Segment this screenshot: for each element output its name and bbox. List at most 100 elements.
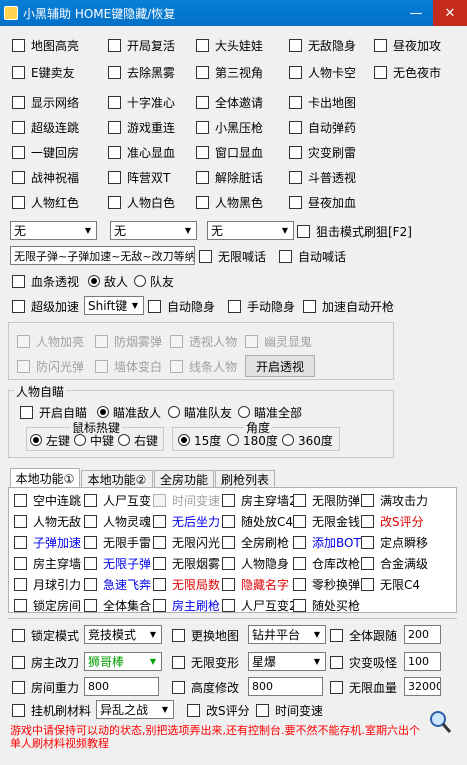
enable-perspective-button[interactable]: 开启透视 — [245, 355, 315, 377]
change-map-checkbox[interactable]: 更换地图 — [172, 627, 239, 643]
feature-checkbox[interactable]: 显示网络 — [12, 94, 79, 110]
tab-feature-checkbox[interactable]: 隐藏名字 — [222, 576, 289, 592]
feature-checkbox[interactable]: 卡出地图 — [289, 94, 356, 110]
full-follow-checkbox[interactable]: 全体跟随 — [330, 627, 397, 643]
tab-feature-checkbox[interactable]: 添加BOT — [293, 534, 361, 550]
aim-enemy-radio[interactable]: 瞄准敌人 — [97, 404, 161, 420]
right-key-radio[interactable]: 右键 — [118, 432, 158, 448]
tab-feature-checkbox[interactable]: 定点瞬移 — [361, 534, 428, 550]
tab-feature-checkbox[interactable]: 月球引力 — [14, 576, 81, 592]
infinite-transform-checkbox[interactable]: 无限变形 — [172, 654, 239, 670]
feature-checkbox[interactable]: 十字准心 — [108, 94, 175, 110]
teammate-radio[interactable]: 队友 — [134, 273, 174, 289]
feature-checkbox[interactable]: 人物卡空 — [289, 64, 356, 80]
spam-text-input[interactable]: 无限子弹~子弹加速~无敌~改刀等纳 — [10, 246, 195, 265]
height-mod-checkbox[interactable]: 高度修改 — [172, 679, 239, 695]
anti-flash-checkbox[interactable]: 防闪光弹 — [17, 358, 84, 374]
feature-checkbox[interactable]: 窗口显血 — [196, 144, 263, 160]
time-speed-checkbox[interactable]: 时间变速 — [256, 702, 323, 718]
transform-select[interactable]: 星爆 ▼ — [248, 652, 326, 671]
tab-feature-checkbox[interactable]: 锁定房间 — [14, 597, 81, 613]
anti-smoke-checkbox[interactable]: 防烟雾弹 — [95, 333, 162, 349]
left-key-radio[interactable]: 左键 — [30, 432, 70, 448]
feature-checkbox[interactable]: 灾变刷雷 — [289, 144, 356, 160]
feature-checkbox[interactable]: 小黑压枪 — [196, 119, 263, 135]
tab-feature-checkbox[interactable]: 合金满级 — [361, 555, 428, 571]
auto-shout-checkbox[interactable]: 自动喊话 — [279, 248, 346, 264]
host-change-knife-checkbox[interactable]: 房主改刀 — [12, 654, 79, 670]
feature-checkbox[interactable]: E键卖友 — [12, 64, 75, 80]
white-wall-checkbox[interactable]: 墙体变白 — [95, 358, 162, 374]
speed-auto-fire-checkbox[interactable]: 加速自动开枪 — [303, 298, 394, 314]
feature-checkbox[interactable]: 战神祝福 — [12, 169, 79, 185]
change-s-checkbox[interactable]: 改S评分 — [187, 702, 250, 718]
tab-feature-checkbox[interactable]: 子弹加速 — [14, 534, 81, 550]
feature-checkbox[interactable]: 开局复活 — [108, 37, 175, 53]
tab-feature-checkbox[interactable]: 房主刷枪 — [153, 597, 220, 613]
tab-feature-checkbox[interactable]: 急速飞奔 — [84, 576, 151, 592]
tab-feature-checkbox[interactable]: 无限手雷 — [84, 534, 151, 550]
tab-feature-checkbox[interactable]: 无限子弹 — [84, 555, 151, 571]
feature-checkbox[interactable]: 人物红色 — [12, 194, 79, 210]
aim-all-radio[interactable]: 瞄准全部 — [238, 404, 302, 420]
feature-checkbox[interactable]: 人物黑色 — [196, 194, 263, 210]
shift-key-select[interactable]: Shift键 ▼ — [84, 296, 144, 315]
tab-feature-checkbox[interactable]: 无后坐力 — [153, 513, 220, 529]
tab-feature-checkbox[interactable]: 人尸互变 — [84, 492, 151, 508]
tab-feature-checkbox[interactable]: 房主穿墙 — [14, 555, 81, 571]
tab-feature-checkbox[interactable]: 随处放C4 — [222, 513, 293, 529]
tab-feature-checkbox[interactable]: 随处买枪 — [293, 597, 360, 613]
super-speed-checkbox[interactable]: 超级加速 — [12, 298, 79, 314]
infinite-hp-checkbox[interactable]: 无限血量 — [330, 679, 397, 695]
perspective-person-checkbox[interactable]: 透视人物 — [170, 333, 237, 349]
combo-select-3[interactable]: 无 ▼ — [207, 221, 294, 240]
feature-checkbox[interactable]: 准心显血 — [108, 144, 175, 160]
feature-checkbox[interactable]: 解除脏话 — [196, 169, 263, 185]
host-knife-select[interactable]: 狮哥棒 ▼ — [84, 652, 162, 671]
feature-checkbox[interactable]: 大头娃娃 — [196, 37, 263, 53]
tab-room[interactable]: 全房功能 — [154, 470, 214, 488]
material-select[interactable]: 异乱之战 ▼ — [96, 700, 174, 719]
tab-local-1[interactable]: 本地功能① — [10, 468, 80, 488]
disaster-absorb-input[interactable]: 100 — [404, 652, 441, 671]
lock-mode-select[interactable]: 竞技模式 ▼ — [84, 625, 162, 644]
ghost-checkbox[interactable]: 幽灵显鬼 — [245, 333, 312, 349]
tab-feature-checkbox[interactable]: 零秒换弹 — [293, 576, 360, 592]
room-gravity-checkbox[interactable]: 房间重力 — [12, 679, 79, 695]
tab-feature-checkbox[interactable]: 仓库改枪 — [293, 555, 360, 571]
feature-checkbox[interactable]: 斗普透视 — [289, 169, 356, 185]
angle-360-radio[interactable]: 360度 — [282, 432, 333, 448]
blood-perspective-checkbox[interactable]: 血条透视 — [12, 273, 79, 289]
tab-feature-checkbox[interactable]: 空中连跳 — [14, 492, 81, 508]
magnifier-icon[interactable] — [428, 710, 452, 734]
change-map-select[interactable]: 钻井平台 ▼ — [248, 625, 326, 644]
close-button[interactable]: ✕ — [433, 0, 467, 26]
feature-checkbox[interactable]: 第三视角 — [196, 64, 263, 80]
tab-feature-checkbox[interactable]: 无限局数 — [153, 576, 220, 592]
hang-material-checkbox[interactable]: 挂机刷材料 — [12, 702, 91, 718]
auto-stealth-checkbox[interactable]: 自动隐身 — [148, 298, 215, 314]
combo-select-1[interactable]: 无 ▼ — [10, 221, 97, 240]
combo-select-2[interactable]: 无 ▼ — [110, 221, 197, 240]
feature-checkbox[interactable]: 无色夜市 — [374, 64, 441, 80]
tab-feature-checkbox[interactable]: 满攻击力 — [361, 492, 428, 508]
feature-checkbox[interactable]: 超级连跳 — [12, 119, 79, 135]
angle-180-radio[interactable]: 180度 — [227, 432, 278, 448]
manual-stealth-checkbox[interactable]: 手动隐身 — [228, 298, 295, 314]
tab-feature-checkbox[interactable]: 无限防弹 — [293, 492, 360, 508]
highlight-person-checkbox[interactable]: 人物加亮 — [17, 333, 84, 349]
feature-checkbox[interactable]: 去除黑雾 — [108, 64, 175, 80]
lock-mode-checkbox[interactable]: 锁定模式 — [12, 627, 79, 643]
tab-feature-checkbox[interactable]: 全体集合 — [84, 597, 151, 613]
tab-feature-checkbox[interactable]: 无限闪光 — [153, 534, 220, 550]
tab-feature-checkbox[interactable]: 时间变速 — [153, 492, 220, 508]
line-person-checkbox[interactable]: 线条人物 — [170, 358, 237, 374]
tab-feature-checkbox[interactable]: 无限金钱 — [293, 513, 360, 529]
enable-aimbot-checkbox[interactable]: 开启自瞄 — [20, 404, 87, 420]
disaster-absorb-checkbox[interactable]: 灾变吸怪 — [330, 654, 397, 670]
aim-teammate-radio[interactable]: 瞄准队友 — [168, 404, 232, 420]
enemy-radio[interactable]: 敌人 — [88, 273, 128, 289]
unlimited-shout-checkbox[interactable]: 无限喊话 — [199, 248, 266, 264]
feature-checkbox[interactable]: 阵营双T — [108, 169, 170, 185]
minimize-button[interactable]: — — [399, 0, 433, 26]
